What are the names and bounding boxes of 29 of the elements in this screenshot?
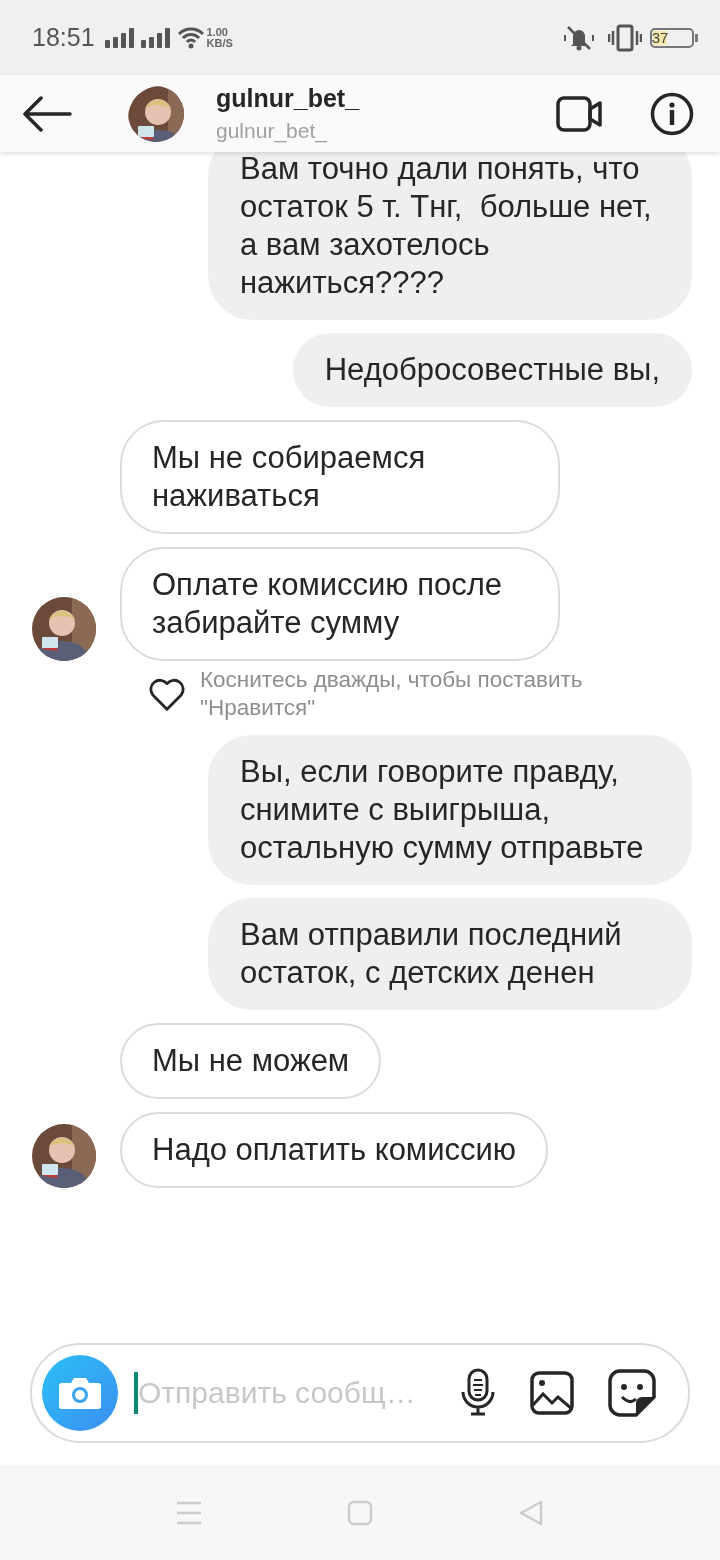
signal-icon (104, 27, 135, 48)
message-bubble: Мы не можем (120, 1023, 382, 1099)
message-bubble: Вам отправили последний остаток, с детских денен (208, 898, 692, 1010)
like-hint: Коснитесь дважды, чтобы поставить "Нравится" (200, 666, 584, 722)
status-time: 18:51 (32, 23, 95, 52)
message-field[interactable]: Отправить сообщ… (138, 1375, 426, 1410)
heart-icon[interactable] (148, 678, 186, 712)
back-arrow-icon[interactable] (22, 95, 72, 132)
message-bubble: Недобросовестные вы, (292, 333, 692, 407)
message-bubble: Надо оплатить комиссию (120, 1112, 549, 1188)
muted-bell-icon (564, 23, 594, 52)
speed-unit: KB/S (206, 37, 233, 49)
signal-icon (140, 27, 171, 48)
contact-name[interactable]: gulnur_bet_ (216, 84, 556, 113)
camera-button[interactable] (42, 1354, 118, 1431)
vibrate-icon (608, 23, 642, 52)
network-speed: 1.00 (206, 26, 229, 38)
video-camera-icon[interactable] (556, 93, 604, 134)
text-cursor (134, 1371, 138, 1414)
message-bubble: Оплате комиссию после забирайте сумму (120, 547, 560, 661)
gallery-icon[interactable] (530, 1370, 574, 1415)
sticker-icon[interactable] (608, 1368, 656, 1417)
contact-username: gulnur_bet_ (216, 119, 329, 143)
message-bubble: Вам точно дали понять, что остаток 5 т. Тнг, больше нет, а вам захотелось нажиться???? (208, 152, 692, 320)
info-icon[interactable] (650, 91, 694, 136)
wifi-icon (176, 26, 205, 49)
message-bubble: Мы не собираемся наживаться (120, 420, 560, 534)
message-bubble: Вы, если говорите правду, снимите с выигрыша, остальную сумму отправьте (208, 735, 692, 885)
microphone-icon[interactable] (460, 1367, 496, 1418)
